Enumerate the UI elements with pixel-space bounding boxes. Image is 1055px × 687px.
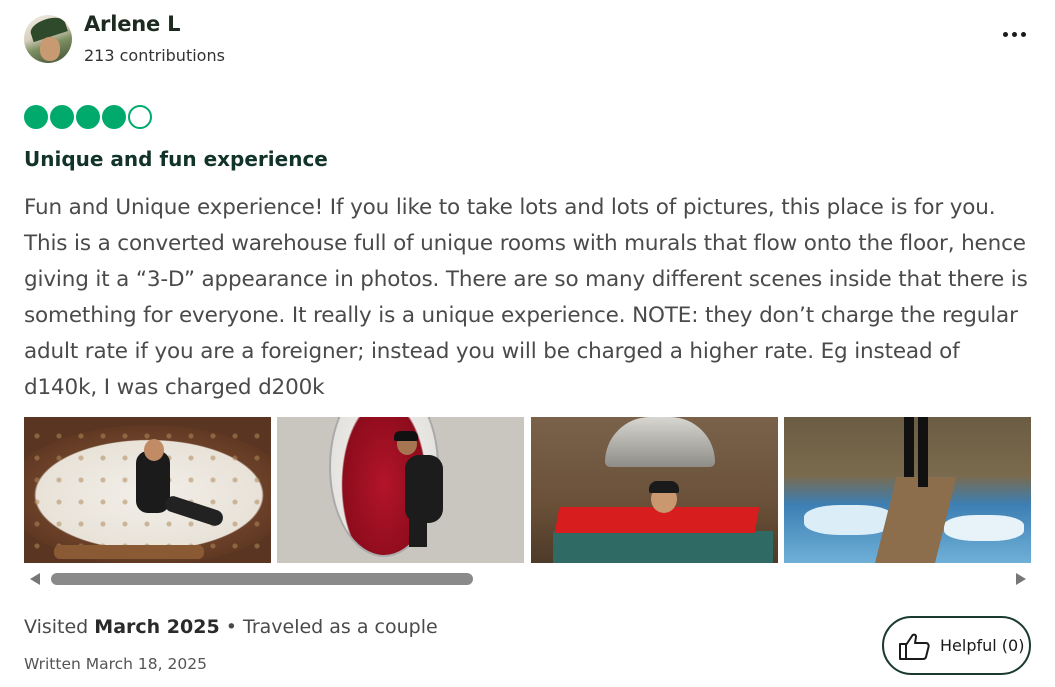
chevron-left-icon[interactable] bbox=[30, 573, 40, 585]
trip-type: Traveled as a couple bbox=[243, 616, 438, 638]
more-dot bbox=[1011, 31, 1017, 37]
review-photo-3[interactable] bbox=[531, 417, 778, 563]
visit-info: Visited March 2025 • Traveled as a coupl… bbox=[24, 616, 438, 638]
person-leg bbox=[918, 417, 928, 487]
avatar-face bbox=[40, 37, 60, 61]
chevron-right-icon[interactable] bbox=[1016, 573, 1026, 585]
person-head bbox=[144, 439, 164, 461]
contributions-count: 213 contributions bbox=[84, 46, 225, 65]
rating-bubble-filled bbox=[76, 105, 100, 129]
person-leg bbox=[904, 417, 914, 477]
person-hat bbox=[394, 431, 418, 441]
review-title: Unique and fun experience bbox=[24, 147, 328, 171]
rating-bubbles bbox=[24, 105, 152, 131]
table-base bbox=[553, 531, 773, 563]
rating-bubble-filled bbox=[24, 105, 48, 129]
avatar[interactable] bbox=[24, 15, 72, 63]
bag-handle bbox=[54, 545, 204, 559]
visited-date: March 2025 bbox=[94, 616, 220, 638]
review-photo-1[interactable] bbox=[24, 417, 271, 563]
photo-scrollbar[interactable] bbox=[24, 570, 1032, 588]
person-legs bbox=[409, 517, 427, 547]
visited-prefix: Visited bbox=[24, 616, 89, 638]
rating-bubble-empty bbox=[128, 105, 152, 129]
rating-bubble-filled bbox=[50, 105, 74, 129]
rating-bubble-filled bbox=[102, 105, 126, 129]
helpful-label: Helpful (0) bbox=[940, 636, 1025, 655]
more-dot bbox=[1002, 31, 1008, 37]
review-header: Arlene L 213 contributions bbox=[24, 12, 1031, 68]
ice-floe bbox=[804, 505, 894, 535]
scroll-thumb[interactable] bbox=[51, 573, 473, 585]
person-cap bbox=[649, 481, 679, 493]
ice-floe bbox=[944, 515, 1024, 541]
review-photo-4[interactable] bbox=[784, 417, 1031, 563]
visit-separator: • bbox=[225, 616, 237, 638]
scroll-track[interactable] bbox=[48, 572, 1012, 586]
thumbs-up-icon bbox=[899, 633, 930, 660]
person-figure bbox=[405, 455, 443, 523]
more-dot bbox=[1020, 31, 1026, 37]
review-body: Fun and Unique experience! If you like t… bbox=[24, 195, 1028, 400]
helpful-button[interactable]: Helpful (0) bbox=[882, 616, 1031, 675]
photo-carousel bbox=[24, 417, 1032, 563]
review-photo-2[interactable] bbox=[277, 417, 524, 563]
user-name[interactable]: Arlene L bbox=[84, 12, 181, 36]
more-options-icon[interactable] bbox=[1001, 26, 1027, 42]
written-date: Written March 18, 2025 bbox=[24, 655, 207, 673]
